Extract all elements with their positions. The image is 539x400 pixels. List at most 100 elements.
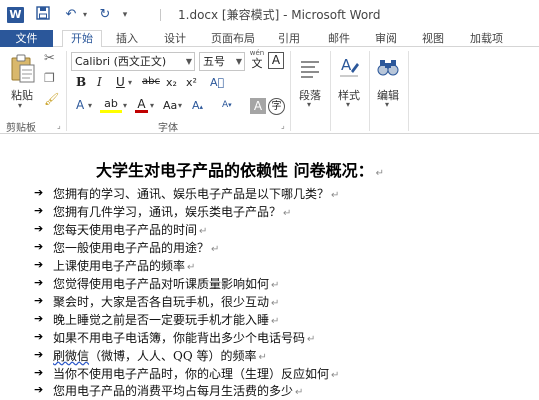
qat-separator <box>160 9 161 21</box>
list-item: ➔ 您用电子产品的消费平均占每月生活费的多少 ↵ <box>34 382 514 400</box>
format-painter-icon[interactable]: 🖌 <box>44 93 59 105</box>
document-page[interactable]: 大学生对电子产品的依赖性 问卷概况： ↵ ➔ 您拥有的学习、通讯、娱乐电子产品是以… <box>0 135 539 400</box>
highlight-button[interactable]: ab <box>100 98 122 113</box>
customize-qat-icon[interactable]: ▾ <box>118 6 132 24</box>
arrow-bullet-icon: ➔ <box>34 258 44 271</box>
font-color-dropdown-icon[interactable]: ▾ <box>150 102 154 110</box>
tab-view[interactable]: 视图 <box>422 30 444 47</box>
tab-design[interactable]: 设计 <box>164 30 186 47</box>
arrow-bullet-icon: ➔ <box>34 366 44 379</box>
highlight-dropdown-icon[interactable]: ▾ <box>123 102 127 110</box>
arrow-bullet-icon: ➔ <box>34 348 44 361</box>
text-effects-dropdown-icon[interactable]: ▾ <box>88 102 92 110</box>
grow-font-icon[interactable]: A▴ <box>192 100 203 111</box>
italic-button[interactable]: I <box>97 76 102 88</box>
ribbon-tab-bar: 文件 开始 插入 设计 页面布局 引用 邮件 审阅 视图 加载项 <box>0 30 539 48</box>
paste-dropdown-icon[interactable]: ▾ <box>18 102 22 110</box>
underline-dropdown-icon[interactable]: ▾ <box>128 79 132 87</box>
shrink-font-icon[interactable]: A▾ <box>222 101 232 110</box>
arrow-bullet-icon: ➔ <box>34 186 44 199</box>
font-name-combo[interactable]: Calibri (西文正文) ▼ <box>71 52 195 71</box>
character-shading-button[interactable]: A <box>250 98 266 114</box>
list-item: ➔ 晚上睡觉之前是否一定要玩手机才能入睡 ↵ <box>34 311 514 329</box>
group-separator <box>408 51 409 131</box>
clear-formatting-icon[interactable]: A⃠ <box>210 77 224 88</box>
clipboard-launcher-icon[interactable]: ⌟ <box>57 121 61 130</box>
list-item: ➔ 当你不使用电子产品时，你的心理（生理）反应如何 ↵ <box>34 365 514 383</box>
arrow-bullet-icon: ➔ <box>34 222 44 235</box>
window-title: 1.docx [兼容模式] - Microsoft Word <box>178 8 381 22</box>
list-item: ➔ 您拥有几件学习，通讯，娱乐类电子产品？ ↵ <box>34 203 514 221</box>
list-item-text: 您觉得使用电子产品对听课质量影响如何 ↵ <box>53 277 280 291</box>
tab-references[interactable]: 引用 <box>278 30 300 47</box>
paragraph-dropdown-icon[interactable]: ▾ <box>307 101 311 109</box>
styles-icon[interactable]: A <box>337 53 361 81</box>
highlight-color-swatch <box>100 110 122 113</box>
phonetic-guide-button[interactable]: wén 文 <box>249 49 265 70</box>
paste-label[interactable]: 粘贴 <box>11 87 33 103</box>
list-item: ➔ 您每天使用电子产品的时间 ↵ <box>34 221 514 239</box>
tab-review[interactable]: 审阅 <box>375 30 397 47</box>
arrow-bullet-icon: ➔ <box>34 276 44 289</box>
change-case-button[interactable]: Aa <box>163 100 177 111</box>
arrow-bullet-icon: ➔ <box>34 204 44 217</box>
tab-home[interactable]: 开始 <box>62 30 102 48</box>
enclose-characters-button[interactable]: A <box>268 52 284 69</box>
font-color-button[interactable]: A <box>135 98 148 113</box>
group-separator <box>369 51 370 131</box>
cut-icon[interactable]: ✂ <box>44 52 55 65</box>
group-separator <box>330 51 331 131</box>
font-launcher-icon[interactable]: ⌟ <box>281 121 285 130</box>
heading-text: 大学生对电子产品的依赖性 问卷概况： <box>96 161 374 180</box>
list-item-text: 如果不用电子电话簿，你能背出多少个电话号码 ↵ <box>53 331 316 345</box>
list-item: ➔ 如果不用电子电话簿，你能背出多少个电话号码 ↵ <box>34 329 514 347</box>
font-size-combo[interactable]: 五号 ▼ <box>199 52 245 71</box>
arrow-bullet-icon: ➔ <box>34 312 44 325</box>
list-item: ➔ 您一般使用电子产品的用途？ ↵ <box>34 239 514 257</box>
bold-button[interactable]: B <box>76 76 86 88</box>
arrow-bullet-icon: ➔ <box>34 294 44 307</box>
change-case-dropdown-icon[interactable]: ▾ <box>178 102 182 110</box>
strikethrough-button[interactable]: abc <box>142 77 160 87</box>
styles-dropdown-icon[interactable]: ▾ <box>346 101 350 109</box>
list-item-text: 您拥有的学习、通讯、娱乐电子产品是以下哪几类？ ↵ <box>53 187 340 201</box>
copy-icon[interactable]: ❐ <box>44 72 55 84</box>
tab-page-layout[interactable]: 页面布局 <box>211 30 255 47</box>
arrow-bullet-icon: ➔ <box>34 240 44 253</box>
group-separator <box>290 51 291 131</box>
text-effects-icon[interactable]: A <box>76 99 84 111</box>
tab-file[interactable]: 文件 <box>0 30 53 47</box>
phonetic-pinyin-label: wén <box>249 49 265 57</box>
font-color-label: A <box>137 97 146 111</box>
paste-icon[interactable] <box>10 54 36 84</box>
list-item-text: 您拥有几件学习，通讯，娱乐类电子产品？ ↵ <box>53 205 292 219</box>
tab-insert[interactable]: 插入 <box>116 30 138 47</box>
arrow-bullet-icon: ➔ <box>34 330 44 343</box>
tab-add-ins[interactable]: 加载项 <box>470 30 503 47</box>
ribbon-home: 粘贴 ▾ ✂ ❐ 🖌 剪贴板 ⌟ Calibri (西文正文) ▼ 五号 ▼ w… <box>0 47 539 134</box>
save-icon[interactable] <box>34 6 52 24</box>
paragraph-icon[interactable] <box>298 57 322 83</box>
tab-mailings[interactable]: 邮件 <box>328 30 350 47</box>
arrow-bullet-icon: ➔ <box>34 383 44 396</box>
undo-icon[interactable]: ↶ <box>62 6 80 24</box>
list-item: ➔ 您觉得使用电子产品对听课质量影响如何 ↵ <box>34 275 514 293</box>
list-item: ➔ 您拥有的学习、通讯、娱乐电子产品是以下哪几类？ ↵ <box>34 185 514 203</box>
list-item-text: 上课使用电子产品的频率 ↵ <box>53 259 196 273</box>
chevron-down-icon: ▼ <box>235 57 242 66</box>
font-group-label: 字体 <box>158 123 178 134</box>
undo-dropdown-icon[interactable]: ▾ <box>80 6 90 24</box>
enclose-char-button[interactable]: 字 <box>268 98 285 115</box>
editing-dropdown-icon[interactable]: ▾ <box>385 101 389 109</box>
spellcheck-underlined-word[interactable]: 刷微信 <box>53 349 89 363</box>
highlight-label: ab <box>104 97 118 110</box>
underline-button[interactable]: U <box>116 76 125 88</box>
list-item: ➔ 上课使用电子产品的频率 ↵ <box>34 257 514 275</box>
list-item-text: 晚上睡觉之前是否一定要玩手机才能入睡 ↵ <box>53 313 280 327</box>
word-app-icon[interactable]: W <box>7 7 24 23</box>
superscript-button[interactable]: x² <box>186 77 197 88</box>
subscript-button[interactable]: x₂ <box>166 77 177 88</box>
redo-icon[interactable]: ↻ <box>96 6 114 24</box>
binoculars-icon[interactable] <box>376 55 400 81</box>
list-item-text: 您一般使用电子产品的用途？ ↵ <box>53 241 220 255</box>
